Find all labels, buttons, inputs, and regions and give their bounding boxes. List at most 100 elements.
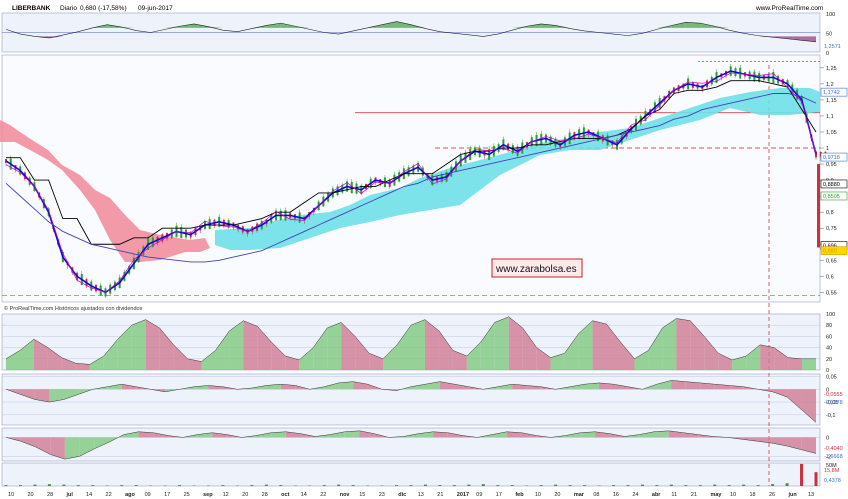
x-tick-label: 08 bbox=[593, 492, 599, 498]
momentum-value-label: -1,6668 bbox=[824, 454, 843, 460]
x-tick-label: 23 bbox=[379, 492, 385, 498]
price-value-label: 0,680 bbox=[823, 249, 837, 255]
x-tick-label: jul bbox=[66, 492, 74, 498]
volume-bar bbox=[47, 484, 51, 486]
x-tick-label: 25 bbox=[184, 492, 190, 498]
volume-bar bbox=[496, 485, 500, 486]
price-tick-label: 1,05 bbox=[826, 130, 837, 136]
x-tick-label: 26 bbox=[769, 492, 775, 498]
stoch-segment bbox=[327, 322, 342, 370]
stoch-segment bbox=[760, 344, 775, 370]
volume-bar bbox=[684, 485, 688, 486]
price-label: 0,680 (-17,58%) bbox=[80, 5, 127, 12]
stoch-segment bbox=[131, 319, 146, 370]
price-tick-label: 0,95 bbox=[826, 162, 837, 168]
stoch-segment bbox=[145, 319, 160, 370]
volume-bar bbox=[33, 484, 37, 486]
volume-bar bbox=[669, 484, 673, 486]
top-osc-tick-label: 50 bbox=[826, 32, 832, 38]
price-value-label: 0,8880 bbox=[823, 182, 840, 188]
x-tick-label: oct bbox=[281, 492, 289, 498]
momentum-value-label: -0,4040 bbox=[824, 446, 843, 452]
volume-bar bbox=[800, 463, 804, 486]
x-tick-label: 17 bbox=[496, 492, 502, 498]
price-tick-label: 1,15 bbox=[826, 98, 837, 104]
price-tick-label: 1 bbox=[826, 146, 829, 152]
x-tick-label: 20 bbox=[28, 492, 34, 498]
top-osc-tick-label: 0 bbox=[826, 51, 829, 57]
panel-macd-bg bbox=[1, 373, 821, 426]
volume-bar bbox=[264, 484, 268, 486]
x-tick-label: 24 bbox=[632, 492, 638, 498]
stoch-tick-label: 100 bbox=[826, 312, 835, 318]
x-tick-label: dic bbox=[398, 492, 406, 498]
x-tick-label: mar bbox=[574, 492, 585, 498]
volume-bar bbox=[76, 485, 80, 486]
ticker-label: LIBERBANK bbox=[12, 5, 51, 12]
stoch-segment bbox=[676, 318, 691, 370]
price-tick-label: 0,6 bbox=[826, 274, 834, 280]
x-tick-label: 13 bbox=[418, 492, 424, 498]
x-tick-label: 2017 bbox=[457, 492, 469, 498]
stoch-tick-label: 0 bbox=[826, 368, 829, 374]
price-tick-label: 0,55 bbox=[826, 290, 837, 296]
volume-bar bbox=[337, 484, 341, 486]
price-tick-label: 0,8 bbox=[826, 210, 834, 216]
stoch-tick-label: 60 bbox=[826, 334, 832, 340]
x-tick-label: 17 bbox=[164, 492, 170, 498]
volume-bar bbox=[771, 484, 775, 486]
period-label: Diario bbox=[60, 5, 77, 12]
volume-bar bbox=[698, 485, 702, 486]
volume-bar bbox=[727, 485, 731, 486]
price-tick-label: 1,1 bbox=[826, 114, 834, 120]
price-value-label: 0,8505 bbox=[823, 194, 840, 200]
stoch-tick-label: 40 bbox=[826, 346, 832, 352]
stoch-segment bbox=[411, 319, 425, 370]
price-tick-label: 0,65 bbox=[826, 258, 837, 264]
source-label[interactable]: www.ProRealTime.com bbox=[755, 5, 823, 12]
x-tick-label: 22 bbox=[106, 492, 112, 498]
momentum-tick-label: 0 bbox=[826, 435, 829, 441]
volume-bar bbox=[742, 484, 746, 486]
volume-bar bbox=[351, 485, 355, 486]
x-tick-label: 14 bbox=[301, 492, 307, 498]
volume-bar bbox=[510, 485, 514, 486]
volume-bar bbox=[554, 484, 558, 486]
x-tick-label: 12 bbox=[223, 492, 229, 498]
panel-mom-bg bbox=[1, 427, 821, 462]
volume-bar bbox=[756, 485, 760, 486]
macd-value-label: -0,1378 bbox=[824, 400, 843, 406]
footer-note: © ProRealTime.com Históricos ajustados c… bbox=[4, 305, 143, 312]
x-tick-label: 09 bbox=[476, 492, 482, 498]
x-tick-label: 20 bbox=[242, 492, 248, 498]
x-tick-label: jun bbox=[787, 492, 797, 498]
top-osc-tick-label: 100 bbox=[826, 12, 835, 18]
volume-bar bbox=[583, 485, 587, 486]
volume-bar bbox=[395, 485, 399, 486]
price-tick-label: 1,2 bbox=[826, 82, 834, 88]
volume-bar bbox=[250, 485, 254, 486]
volume-bar bbox=[91, 485, 95, 486]
volume-bar bbox=[279, 485, 283, 486]
volume-bar bbox=[785, 483, 789, 486]
stoch-segment bbox=[788, 357, 803, 370]
chart-stage: 1,251,21,151,11,0510,950,90,850,80,750,7… bbox=[0, 0, 848, 499]
price-value-label: 1,1742 bbox=[823, 90, 840, 96]
volume-bar bbox=[568, 485, 572, 486]
macd-tick-label: 0,05 bbox=[826, 375, 837, 381]
volume-bar bbox=[4, 485, 8, 486]
x-tick-label: 14 bbox=[86, 492, 92, 498]
macd-segment bbox=[671, 380, 686, 390]
volume-bar bbox=[18, 485, 22, 486]
volume-bar bbox=[221, 485, 225, 486]
candle-crash bbox=[817, 164, 820, 248]
price-tick-label: 1,25 bbox=[826, 66, 837, 72]
x-tick-label: 28 bbox=[47, 492, 53, 498]
x-tick-label: 10 bbox=[535, 492, 541, 498]
volume-bar bbox=[409, 485, 413, 486]
x-tick-label: feb bbox=[515, 492, 524, 498]
watermark-text[interactable]: www.zarabolsa.es bbox=[495, 264, 577, 275]
x-tick-label: 22 bbox=[320, 492, 326, 498]
x-tick-label: 09 bbox=[145, 492, 151, 498]
x-tick-label: nov bbox=[340, 492, 351, 498]
